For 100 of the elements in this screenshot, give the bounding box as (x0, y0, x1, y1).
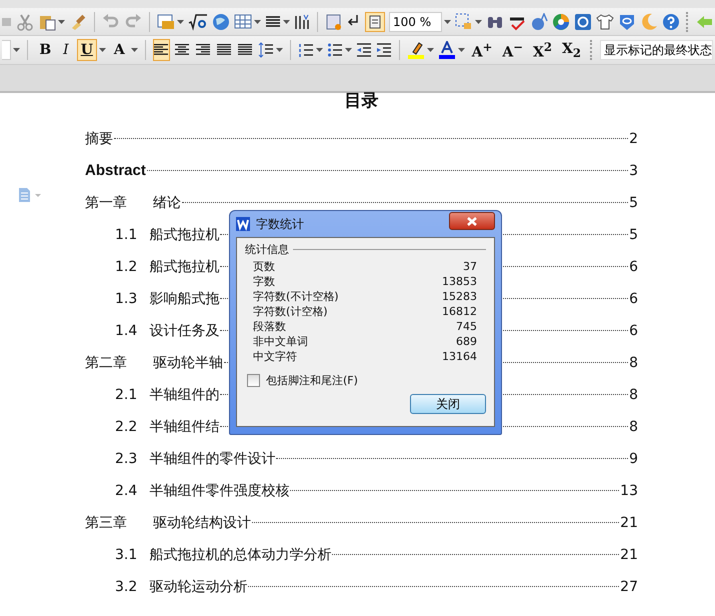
toc-entry[interactable]: 半轴组件的 (149, 383, 220, 407)
bulleted-list-icon[interactable] (326, 42, 343, 58)
stat-label: 段落数 (253, 319, 286, 334)
caret-icon[interactable] (444, 20, 451, 24)
toc-entry[interactable]: 2.2 (115, 415, 138, 439)
caret-icon[interactable] (316, 48, 323, 52)
toc-entry[interactable]: 第三章 (85, 511, 127, 535)
globe-icon[interactable] (212, 12, 230, 30)
toc-entry[interactable]: 1.3 (115, 287, 138, 311)
font-color-icon[interactable] (438, 41, 456, 59)
caret-icon[interactable] (458, 48, 465, 52)
close-button[interactable] (449, 212, 495, 230)
toc-entry[interactable]: 船式拖拉机的总体动力学分析 (149, 543, 332, 567)
markup-view-dropdown[interactable]: 显示标记的最终状态 (600, 40, 714, 60)
checkbox[interactable] (247, 374, 260, 387)
shield-icon[interactable] (618, 12, 636, 30)
page-number: 5 (629, 226, 638, 245)
stat-value: 16812 (442, 304, 477, 319)
format-button[interactable]: X$_{2}$ (559, 39, 584, 61)
toc-entry[interactable]: 1.1 (115, 223, 138, 247)
page-number: 6 (629, 290, 638, 309)
toc-entry[interactable]: 1.4 (115, 319, 138, 343)
table-icon[interactable] (234, 12, 252, 30)
caret-icon[interactable] (344, 48, 352, 52)
toc-entry[interactable]: 2.3 (115, 447, 138, 471)
text-direction-icon[interactable] (294, 12, 310, 30)
table-icon[interactable] (157, 12, 175, 30)
stat-value: 689 (456, 334, 477, 349)
page-icon[interactable] (325, 12, 343, 30)
caret-icon[interactable] (254, 20, 261, 24)
caret-icon[interactable] (13, 48, 20, 52)
numbered-list-icon[interactable] (298, 42, 314, 58)
toc-entry[interactable]: 绪论 (153, 191, 181, 215)
format-button[interactable]: A$^{+}$ (468, 39, 496, 61)
colorful-circle-icon[interactable] (552, 12, 570, 30)
page-number: 8 (629, 354, 638, 373)
underline-button[interactable]: U (76, 39, 97, 61)
increase-indent-icon[interactable] (376, 42, 392, 58)
toc-entry[interactable]: 3.1 (115, 543, 138, 567)
caret-icon[interactable] (98, 48, 106, 52)
toc-entry[interactable]: 船式拖拉机 (149, 255, 220, 279)
caret-icon[interactable] (475, 20, 482, 24)
toc-entry[interactable]: 船式拖拉机 (149, 223, 220, 247)
zoom-field[interactable]: 100 % (389, 12, 442, 32)
toc-entry[interactable]: 半轴组件零件强度校核 (149, 479, 290, 503)
toc-entry[interactable]: 第一章 (85, 191, 127, 215)
toc-entry[interactable]: 半轴组件的零件设计 (149, 447, 276, 471)
caret-icon[interactable] (426, 48, 434, 52)
toc-entry[interactable]: 2.1 (115, 383, 138, 407)
toc-entry[interactable]: Abstract (85, 159, 146, 183)
toc-entry[interactable]: 驱动轮运动分析 (149, 575, 248, 599)
caret-icon[interactable] (58, 20, 65, 24)
toc-entry[interactable]: 设计任务及 (149, 319, 220, 343)
align-left-icon[interactable] (152, 39, 170, 61)
toc-entry[interactable]: 驱动轮结构设计 (153, 511, 251, 535)
format-button[interactable]: X$^{2}$ (530, 39, 556, 61)
page-number: 13 (620, 482, 638, 501)
caret-icon[interactable] (283, 20, 290, 24)
caret-icon[interactable] (276, 48, 283, 52)
toc-entry[interactable]: 摘要 (85, 127, 113, 151)
toc-entry[interactable]: 驱动轮半轴 (153, 351, 223, 375)
caret-icon[interactable] (130, 48, 138, 52)
app-logo-icon (236, 217, 250, 231)
toc-entry[interactable]: 2.4 (115, 479, 138, 503)
page-number: 8 (629, 386, 638, 405)
caret-icon[interactable] (177, 20, 184, 24)
close-dialog-button[interactable]: 关闭 (410, 394, 486, 414)
page-number: 5 (629, 194, 638, 213)
stat-value: 15283 (442, 289, 477, 304)
stat-value: 37 (463, 259, 477, 274)
dialog-title: 字数统计 (256, 216, 304, 232)
italic-button[interactable]: I (59, 39, 73, 61)
close-icon[interactable] (466, 216, 478, 226)
highlighter-icon[interactable] (406, 41, 425, 59)
stat-value: 745 (456, 319, 477, 334)
font-size-field[interactable] (2, 40, 12, 60)
formula-icon[interactable] (188, 12, 208, 30)
stat-label: 字符数(计空格) (253, 304, 328, 319)
page-number: 27 (620, 578, 638, 597)
line-spacing-icon[interactable] (258, 42, 274, 58)
toc-entry[interactable]: 半轴组件结 (149, 415, 220, 439)
sphere-icon[interactable] (530, 12, 548, 30)
checkbox-label[interactable]: 包括脚注和尾注(F) (266, 373, 358, 388)
toc-entry[interactable]: 1.2 (115, 255, 138, 279)
font-size-button[interactable]: A (110, 39, 129, 61)
stat-label: 非中文单词 (253, 334, 308, 349)
format-button[interactable]: A$^{−}$ (499, 39, 526, 61)
toc-entry[interactable]: 影响船式拖 (149, 287, 220, 311)
decrease-indent-icon[interactable] (356, 42, 372, 58)
selection-icon[interactable] (455, 12, 473, 30)
toc-entry[interactable]: 3.2 (115, 575, 138, 599)
toc-entry[interactable]: 第二章 (85, 351, 127, 375)
page-number: 21 (620, 514, 638, 533)
bold-button[interactable]: B (35, 39, 56, 61)
stat-value: 13164 (442, 349, 477, 364)
document-title: 目录 (344, 91, 380, 111)
ring-icon[interactable] (574, 12, 592, 30)
help-icon[interactable] (662, 12, 680, 30)
shirt-icon[interactable] (596, 12, 614, 30)
stat-value: 13853 (442, 274, 477, 289)
